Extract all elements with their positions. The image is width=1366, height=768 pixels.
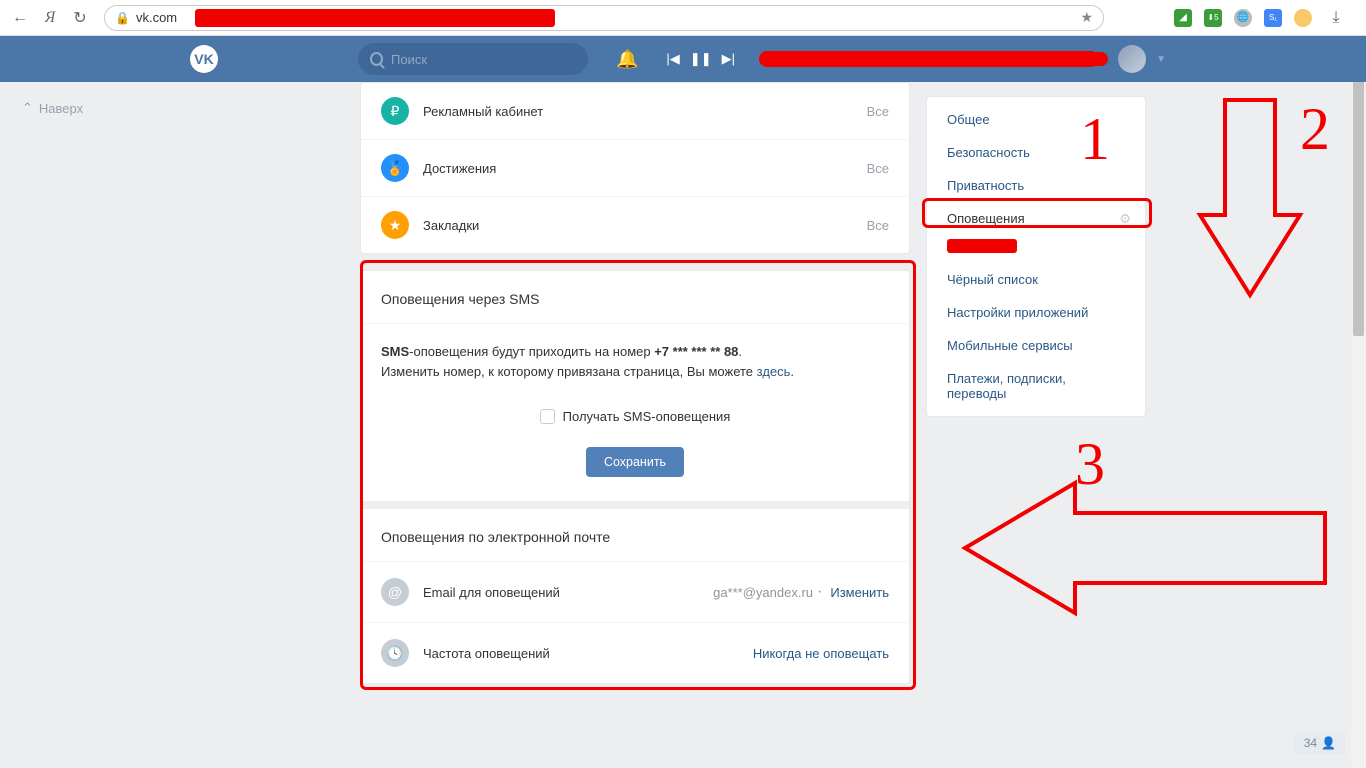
counter-value: 34 (1304, 736, 1317, 750)
email-value: ga***@yandex.ru (713, 585, 813, 600)
bell-icon[interactable]: 🔔 (616, 49, 638, 70)
yandex-button[interactable]: Я (38, 6, 62, 30)
vk-header: VK 🔔 |◀ ❚❚ ▶| ▼ (0, 36, 1366, 82)
sms-checkbox[interactable]: Получать SMS-оповещения (540, 409, 731, 424)
back-button[interactable]: ← (8, 6, 32, 30)
scrollbar-thumb[interactable] (1353, 76, 1364, 336)
frequency-row: 🕓 Частота оповещений Никогда не оповещат… (361, 622, 909, 683)
back-to-top-label: Наверх (39, 101, 83, 116)
menu-all-link[interactable]: Все (867, 161, 889, 176)
gear-icon[interactable]: ⚙ (1119, 211, 1131, 227)
menu-card: ₽ Рекламный кабинет Все 🏅 Достижения Все… (360, 82, 910, 254)
person-icon: 👤 (1321, 736, 1336, 750)
email-title: Оповещения по электронной почте (361, 509, 909, 561)
clock-icon: 🕓 (381, 639, 409, 667)
reload-button[interactable]: ↻ (68, 6, 92, 30)
menu-label: Рекламный кабинет (423, 104, 543, 119)
scrollbar[interactable] (1351, 36, 1366, 768)
sms-checkbox-label: Получать SMS-оповещения (563, 409, 731, 424)
chevron-down-icon: ▼ (1156, 54, 1166, 65)
sms-dot2: . (790, 364, 794, 379)
sidebar-item-security[interactable]: Безопасность (927, 136, 1145, 169)
annotation-1: 1 (1080, 105, 1110, 174)
sms-card: Оповещения через SMS SMS-оповещения буду… (360, 270, 910, 684)
sidebar-item-payments[interactable]: Платежи, подписки, переводы (927, 362, 1145, 410)
download-tray-icon[interactable]: ⤓ (1324, 6, 1348, 30)
chevron-up-icon: ⌃ (22, 100, 33, 116)
online-counter[interactable]: 34 👤 (1294, 732, 1346, 754)
annotation-2: 2 (1300, 95, 1330, 164)
checkbox-icon (540, 409, 555, 424)
ext-egg-icon[interactable] (1294, 9, 1312, 27)
ext-download-icon[interactable]: ⬇5 (1204, 9, 1222, 27)
star-icon[interactable]: ★ (1080, 9, 1093, 26)
menu-label: Закладки (423, 218, 479, 233)
redaction-username (1068, 52, 1108, 66)
email-row: @ Email для оповещений ga***@yandex.ru ·… (361, 561, 909, 622)
trophy-icon: 🏅 (381, 154, 409, 182)
save-button[interactable]: Сохранить (586, 447, 684, 477)
music-controls: |◀ ❚❚ ▶| (666, 51, 1099, 67)
menu-label: Достижения (423, 161, 496, 176)
sms-description: SMS-оповещения будут приходить на номер … (361, 323, 909, 401)
next-track-icon[interactable]: ▶| (722, 51, 735, 67)
address-bar[interactable]: 🔒 vk.com ★ (104, 5, 1104, 31)
ext-s-icon[interactable]: S₁ (1264, 9, 1282, 27)
email-label: Email для оповещений (423, 585, 560, 600)
vk-logo[interactable]: VK (190, 45, 218, 73)
frequency-label: Частота оповещений (423, 646, 550, 661)
sidebar-item-label: Оповещения (947, 211, 1025, 226)
pause-icon[interactable]: ❚❚ (690, 51, 712, 67)
sms-line1: -оповещения будут приходить на номер (409, 344, 654, 359)
ruble-icon: ₽ (381, 97, 409, 125)
redaction-sidebar (947, 239, 1017, 253)
menu-all-link[interactable]: Все (867, 104, 889, 119)
section-separator (361, 501, 909, 509)
sms-dot: . (738, 344, 742, 359)
annotation-3: 3 (1075, 430, 1105, 499)
redaction-track (759, 51, 1099, 67)
annotation-arrow-left (960, 478, 1330, 618)
at-icon: @ (381, 578, 409, 606)
search-icon (370, 52, 383, 66)
extensions-row: ◢ ⬇5 🌐 S₁ ⤓ (1174, 6, 1358, 30)
search-input[interactable] (391, 52, 576, 67)
sidebar-item-general[interactable]: Общее (927, 103, 1145, 136)
menu-achievements[interactable]: 🏅 Достижения Все (361, 139, 909, 196)
menu-bookmarks[interactable]: ★ Закладки Все (361, 196, 909, 253)
ext-shield-icon[interactable]: ◢ (1174, 9, 1192, 27)
annotation-arrow-down (1195, 95, 1305, 305)
sms-prefix: SMS (381, 344, 409, 359)
menu-ads[interactable]: ₽ Рекламный кабинет Все (361, 83, 909, 139)
sidebar-item-privacy[interactable]: Приватность (927, 169, 1145, 202)
prev-track-icon[interactable]: |◀ (666, 51, 679, 67)
search-box[interactable] (358, 43, 588, 75)
sms-phone: +7 *** *** ** 88 (654, 344, 738, 359)
change-number-link[interactable]: здесь (757, 364, 791, 379)
settings-sidebar: Общее Безопасность Приватность Оповещени… (926, 96, 1146, 417)
change-email-link[interactable]: Изменить (830, 585, 889, 600)
avatar (1118, 45, 1146, 73)
sidebar-item-notifications[interactable]: Оповещения ⚙ (927, 202, 1145, 235)
star-icon: ★ (381, 211, 409, 239)
url-text: vk.com (136, 10, 177, 25)
redaction-url (195, 9, 555, 27)
sms-checkbox-row: Получать SMS-оповещения (361, 401, 909, 447)
sms-line2: Изменить номер, к которому привязана стр… (381, 364, 757, 379)
lock-icon: 🔒 (115, 11, 130, 25)
sidebar-item-apps[interactable]: Настройки приложений (927, 296, 1145, 329)
back-to-top[interactable]: ⌃ Наверх (22, 100, 83, 116)
profile-menu[interactable]: ▼ (1068, 45, 1166, 73)
browser-bar: ← Я ↻ 🔒 vk.com ★ ◢ ⬇5 🌐 S₁ ⤓ (0, 0, 1366, 36)
sms-title: Оповещения через SMS (361, 271, 909, 323)
sidebar-item-blacklist[interactable]: Чёрный список (927, 263, 1145, 296)
ext-globe-icon[interactable]: 🌐 (1234, 9, 1252, 27)
menu-all-link[interactable]: Все (867, 218, 889, 233)
sidebar-item-mobile[interactable]: Мобильные сервисы (927, 329, 1145, 362)
frequency-link[interactable]: Никогда не оповещать (753, 646, 889, 661)
main-column: ₽ Рекламный кабинет Все 🏅 Достижения Все… (360, 82, 910, 700)
save-row: Сохранить (361, 447, 909, 501)
